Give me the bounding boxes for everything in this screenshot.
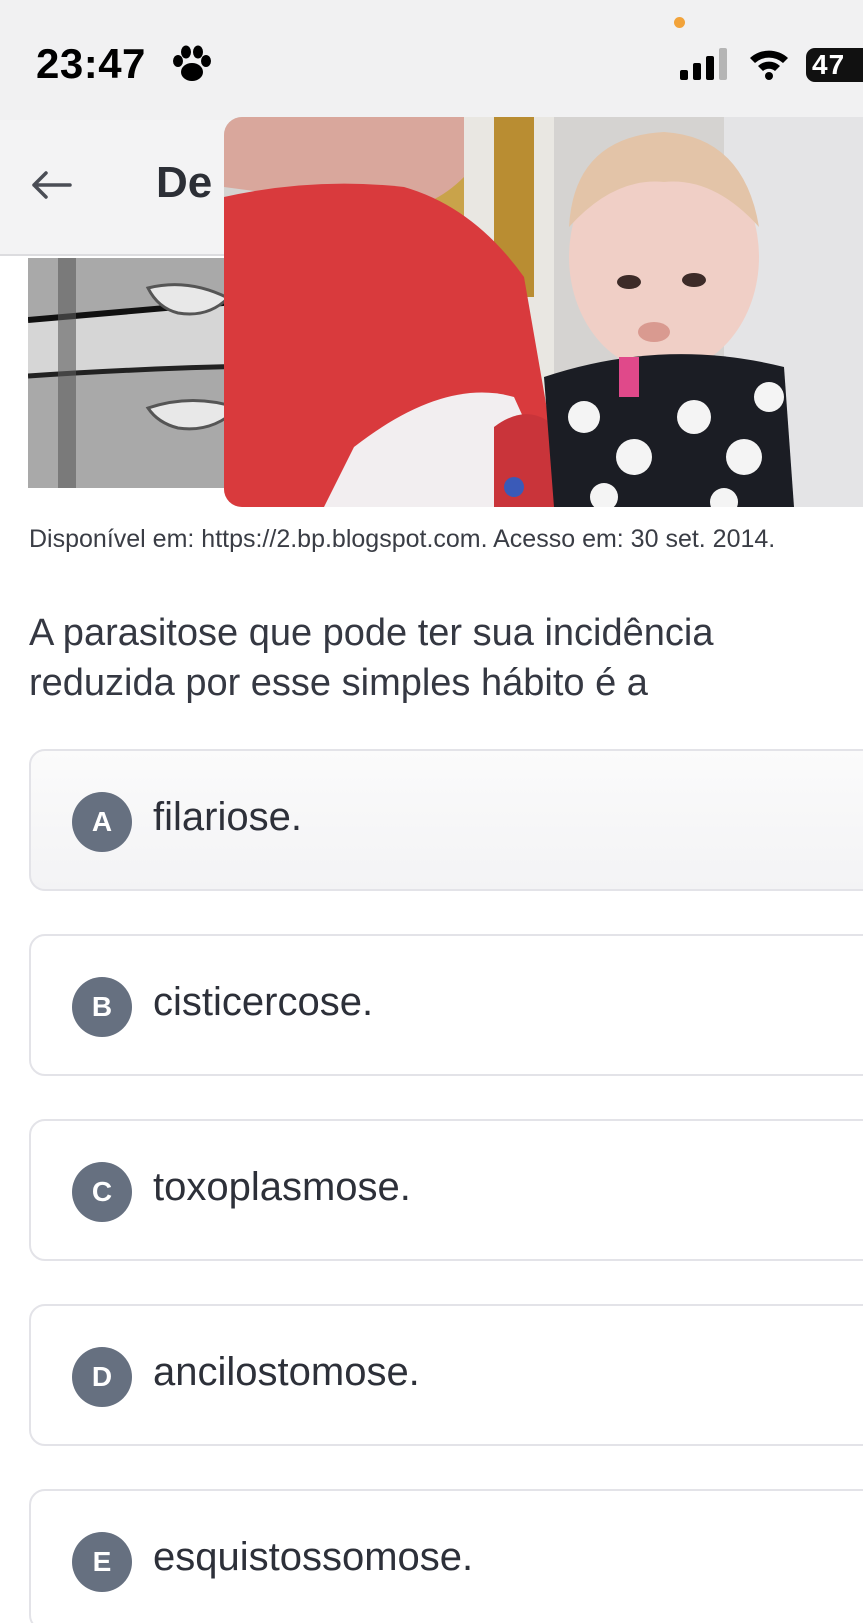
option-letter-badge: A (72, 792, 132, 852)
option-text: filariose. (153, 795, 302, 839)
wifi-icon (750, 50, 788, 80)
option-text: ancilostomose. (153, 1350, 420, 1394)
arrow-left-icon[interactable] (26, 165, 76, 205)
option-d[interactable]: D ancilostomose. (29, 1304, 863, 1446)
video-overlay[interactable] (224, 117, 863, 507)
option-c[interactable]: C toxoplasmose. (29, 1119, 863, 1261)
option-a[interactable]: A filariose. (29, 749, 863, 891)
status-time: 23:47 (36, 40, 146, 87)
status-bar: 23:47 47 (0, 0, 863, 120)
option-e[interactable]: E esquistossomose. (29, 1489, 863, 1623)
option-letter-badge: C (72, 1162, 132, 1222)
option-text: cisticercose. (153, 980, 374, 1024)
option-text: esquistossomose. (153, 1535, 474, 1579)
option-letter-badge: E (72, 1532, 132, 1592)
option-letter-badge: B (72, 977, 132, 1037)
page-title: De (156, 158, 213, 207)
option-b[interactable]: B cisticercose. (29, 934, 863, 1076)
option-text: toxoplasmose. (153, 1165, 411, 1209)
question-text: A parasitose que pode ter sua incidência… (29, 612, 714, 704)
privacy-indicator-dot (674, 17, 685, 28)
option-letter-badge: D (72, 1347, 132, 1407)
paw-icon (173, 45, 211, 81)
signal-icon (680, 48, 727, 80)
battery-icon: 47 (806, 48, 863, 82)
image-source-caption: Disponível em: https://2.bp.blogspot.com… (29, 525, 776, 553)
